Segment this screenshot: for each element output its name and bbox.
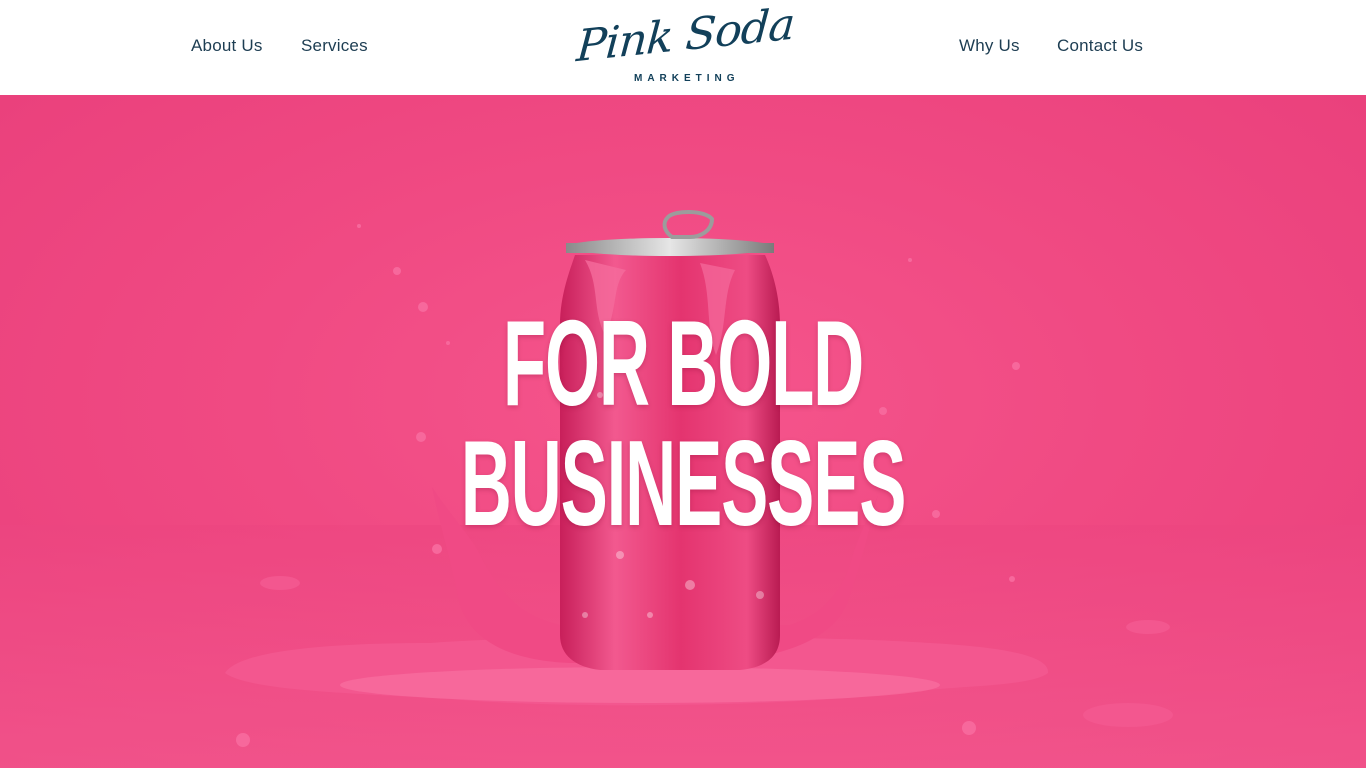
- nav-why-us[interactable]: Why Us: [959, 36, 1020, 56]
- logo[interactable]: Pink Soda MARKETING: [570, 0, 796, 90]
- hero-section: FOR BOLD BUSINESSES: [0, 95, 1366, 768]
- nav-contact-us[interactable]: Contact Us: [1057, 36, 1143, 56]
- logo-subtitle: MARKETING: [634, 73, 740, 84]
- logo-script-text: Pink Soda: [574, 0, 796, 73]
- hero-headline-line1: FOR BOLD: [502, 295, 864, 431]
- nav-services[interactable]: Services: [301, 36, 368, 56]
- hero-headline-line2: BUSINESSES: [460, 415, 907, 551]
- nav-about-us[interactable]: About Us: [191, 36, 263, 56]
- site-header: About Us Services Pink Soda MARKETING Wh…: [0, 0, 1366, 95]
